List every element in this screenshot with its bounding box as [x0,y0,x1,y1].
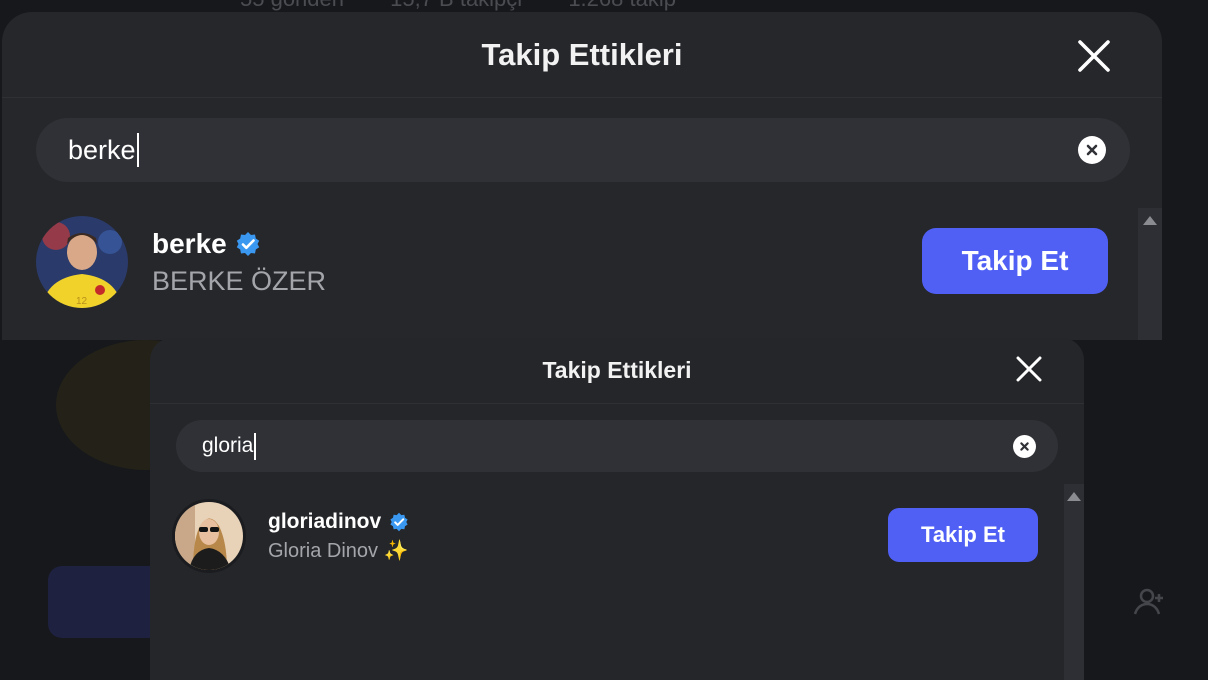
posts-count: 55 gönderi [240,0,344,11]
text-caret [254,432,257,460]
verified-badge-icon [235,231,261,257]
username: gloriadinov [268,509,382,533]
modal-header: Takip Ettikleri [2,12,1162,98]
full-name-text: Gloria Dinov [268,539,379,562]
username-row: gloriadinov [268,510,409,534]
profile-stats: 55 gönderi 15,7 B takipçi 1.268 takip [240,0,716,12]
full-name: BERKE ÖZER [152,265,327,296]
search-input-value: berke [68,134,136,165]
close-button[interactable] [1074,36,1114,76]
text-caret [136,133,139,167]
search-input[interactable]: berke [36,118,1130,182]
following-count: 1.268 takip [568,0,676,11]
search-input[interactable]: gloria [176,420,1058,472]
user-names: gloriadinov Gloria Dinov ✨ [268,510,409,563]
scrollbar[interactable] [1138,208,1162,340]
avatar [172,499,246,573]
modal-header: Takip Ettikleri [150,338,1084,404]
scroll-up-arrow-icon[interactable] [1067,492,1081,501]
username-row: berke [152,228,326,260]
search-input-value: gloria [202,434,254,457]
close-button[interactable] [1014,354,1044,384]
clear-search-icon [1086,144,1098,156]
close-icon [1016,356,1042,382]
following-modal-berke: Takip Ettikleri berke 12 berke BERKE ÖZE… [2,12,1162,340]
follow-button[interactable]: Takip Et [888,508,1038,562]
user-names: berke BERKE ÖZER [152,228,326,297]
following-modal-gloria: Takip Ettikleri gloria gloriadinov Glori… [150,338,1084,680]
user-list-item[interactable]: gloriadinov Gloria Dinov ✨ Takip Et [172,496,1038,576]
sparkles-emoji: ✨ [383,539,409,562]
modal-title: Takip Ettikleri [542,357,692,383]
full-name: Gloria Dinov ✨ [268,538,409,563]
verified-badge-icon [389,512,409,532]
scrollbar[interactable] [1064,484,1084,680]
followers-count: 15,7 B takipçi [390,0,522,11]
modal-title: Takip Ettikleri [481,36,683,72]
follow-button[interactable]: Takip Et [922,228,1108,294]
username: berke [152,227,227,259]
add-user-icon [1125,578,1173,626]
scroll-up-arrow-icon[interactable] [1143,216,1157,225]
clear-search-button[interactable] [1013,435,1036,458]
clear-search-icon [1020,442,1029,451]
svg-text:12: 12 [76,296,88,307]
avatar: 12 [36,216,128,308]
close-icon [1078,40,1110,72]
user-list-item[interactable]: 12 berke BERKE ÖZER Takip Et [36,212,1108,312]
clear-search-button[interactable] [1078,136,1106,164]
